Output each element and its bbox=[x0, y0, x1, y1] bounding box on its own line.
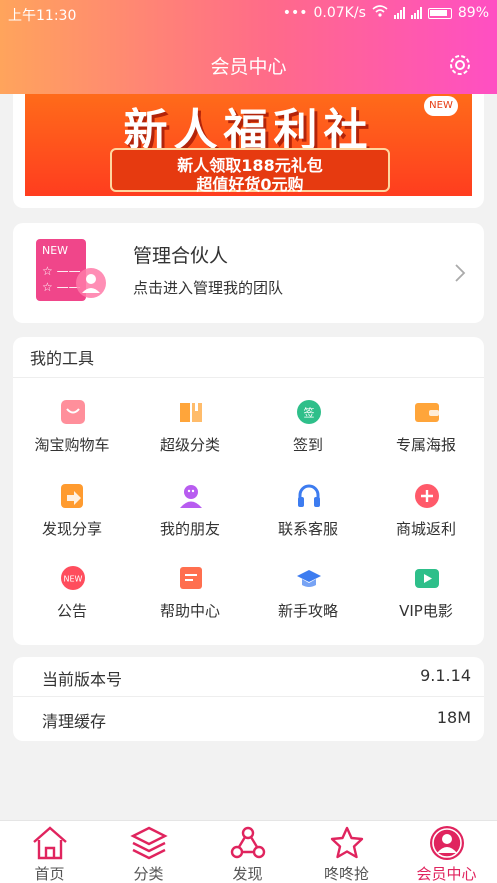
svg-text:☆ ——: ☆ —— bbox=[42, 280, 81, 294]
tool-label: 新手攻略 bbox=[277, 602, 338, 620]
version-value: 9.1.14 bbox=[420, 666, 471, 685]
version-label: 当前版本号 bbox=[42, 670, 123, 689]
tab-label: 分类 bbox=[133, 865, 164, 883]
tool-label: 超级分类 bbox=[159, 436, 220, 454]
more-dots-icon: ••• bbox=[282, 5, 308, 21]
tool-label: 公告 bbox=[56, 602, 87, 620]
book-icon bbox=[180, 403, 202, 422]
svg-text:NEW: NEW bbox=[42, 244, 68, 257]
friend-icon bbox=[180, 485, 202, 508]
sign-in-icon: 签 bbox=[297, 400, 321, 424]
home-icon bbox=[33, 826, 67, 860]
app-header: 上午11:30 ••• 0.07K/s 89% 会员中心 bbox=[0, 0, 497, 94]
tool-label: 我的朋友 bbox=[159, 520, 220, 538]
cart-icon bbox=[61, 400, 85, 424]
share-icon bbox=[61, 484, 83, 508]
wifi-icon bbox=[372, 5, 388, 21]
tool-book[interactable]: 超级分类 bbox=[131, 399, 249, 471]
tool-video[interactable]: VIP电影 bbox=[367, 565, 485, 637]
tools-card: 我的工具 淘宝购物车 超级分类签签到 专属海报 发现分享 我的朋友 联系客服 商城返利 NEW… bbox=[13, 337, 484, 645]
tool-label: 签到 bbox=[292, 436, 323, 454]
layers-icon bbox=[130, 826, 168, 860]
plus-icon bbox=[415, 484, 439, 508]
bottom-tab-bar: 首页 分类 发现 咚咚抢 会员中心 bbox=[0, 820, 497, 883]
tool-graduation-cap[interactable]: 新手攻略 bbox=[249, 565, 367, 637]
signal-icon bbox=[393, 7, 405, 19]
wallet-icon bbox=[415, 403, 439, 422]
tool-help-doc[interactable]: 帮助中心 bbox=[131, 565, 249, 637]
headset-icon bbox=[298, 484, 320, 507]
tools-heading: 我的工具 bbox=[30, 349, 95, 368]
battery-icon bbox=[427, 7, 452, 19]
promo-banner[interactable]: 新人福利社 NEW 新人领取188元礼包 超值好货0元购 bbox=[25, 94, 472, 196]
tab-label: 发现 bbox=[232, 865, 263, 883]
discover-icon bbox=[230, 826, 266, 859]
partner-title: 管理合伙人 bbox=[133, 245, 229, 267]
banner-line-2: 超值好货0元购 bbox=[196, 175, 304, 194]
svg-text:签: 签 bbox=[304, 406, 315, 420]
version-row: 当前版本号 9.1.14 bbox=[13, 657, 484, 697]
tool-sign-in[interactable]: 签签到 bbox=[249, 399, 367, 471]
help-doc-icon bbox=[180, 567, 202, 589]
svg-text:☆ ——: ☆ —— bbox=[42, 264, 81, 278]
tab-flash-sale[interactable]: 咚咚抢 bbox=[297, 821, 396, 883]
tab-label: 咚咚抢 bbox=[323, 865, 369, 883]
status-indicators: ••• 0.07K/s 89% bbox=[283, 5, 489, 21]
battery-level: 89% bbox=[457, 5, 489, 21]
cache-size: 18M bbox=[436, 708, 471, 727]
divider bbox=[13, 377, 484, 378]
tool-label: 专属海报 bbox=[395, 436, 456, 454]
tool-label: 淘宝购物车 bbox=[34, 436, 110, 454]
tool-label: 发现分享 bbox=[41, 520, 102, 538]
status-bar: 上午11:30 ••• 0.07K/s 89% bbox=[0, 0, 497, 28]
tab-member-center[interactable]: 会员中心 bbox=[397, 821, 496, 883]
settings-card: 当前版本号 9.1.14 清理缓存 18M bbox=[13, 657, 484, 741]
tab-label: 首页 bbox=[34, 865, 65, 883]
banner-tag: NEW bbox=[424, 96, 458, 116]
tool-label: 联系客服 bbox=[277, 520, 338, 538]
banner-ribbon: 新人领取188元礼包 超值好货0元购 bbox=[110, 148, 390, 194]
tool-label: 商城返利 bbox=[395, 520, 456, 538]
gear-icon[interactable] bbox=[447, 52, 473, 78]
partner-subtitle: 点击进入管理我的团队 bbox=[133, 279, 284, 297]
tab-label: 会员中心 bbox=[416, 865, 477, 883]
graduation-cap-icon bbox=[297, 570, 321, 587]
tool-notice[interactable]: NEW 公告 bbox=[13, 565, 131, 637]
tool-label: VIP电影 bbox=[399, 602, 453, 620]
tab-category[interactable]: 分类 bbox=[99, 821, 198, 883]
chevron-right-icon bbox=[455, 264, 466, 282]
tool-wallet[interactable]: 专属海报 bbox=[367, 399, 485, 471]
tool-plus[interactable]: 商城返利 bbox=[367, 483, 485, 555]
star-icon bbox=[330, 826, 364, 859]
partner-card[interactable]: NEW ☆ —— ☆ —— 管理合伙人 点击进入管理我的团队 bbox=[13, 223, 484, 323]
signal-2-icon bbox=[410, 7, 422, 19]
svg-text:NEW: NEW bbox=[64, 575, 83, 584]
tab-home[interactable]: 首页 bbox=[0, 821, 99, 883]
tool-friend[interactable]: 我的朋友 bbox=[131, 483, 249, 555]
status-time: 上午11:30 bbox=[8, 8, 77, 24]
clear-cache-row[interactable]: 清理缓存 18M bbox=[13, 699, 484, 739]
tool-headset[interactable]: 联系客服 bbox=[249, 483, 367, 555]
notice-icon: NEW bbox=[61, 566, 85, 590]
tool-share[interactable]: 发现分享 bbox=[13, 483, 131, 555]
tool-label: 帮助中心 bbox=[159, 602, 220, 620]
tab-discover[interactable]: 发现 bbox=[198, 821, 297, 883]
page-title: 会员中心 bbox=[210, 56, 287, 78]
tool-cart[interactable]: 淘宝购物车 bbox=[13, 399, 131, 471]
partner-icon: NEW ☆ —— ☆ —— bbox=[36, 239, 116, 305]
network-speed: 0.07K/s bbox=[313, 5, 366, 21]
video-icon bbox=[415, 569, 439, 588]
member-icon bbox=[430, 826, 464, 860]
clear-cache-label: 清理缓存 bbox=[42, 712, 107, 731]
